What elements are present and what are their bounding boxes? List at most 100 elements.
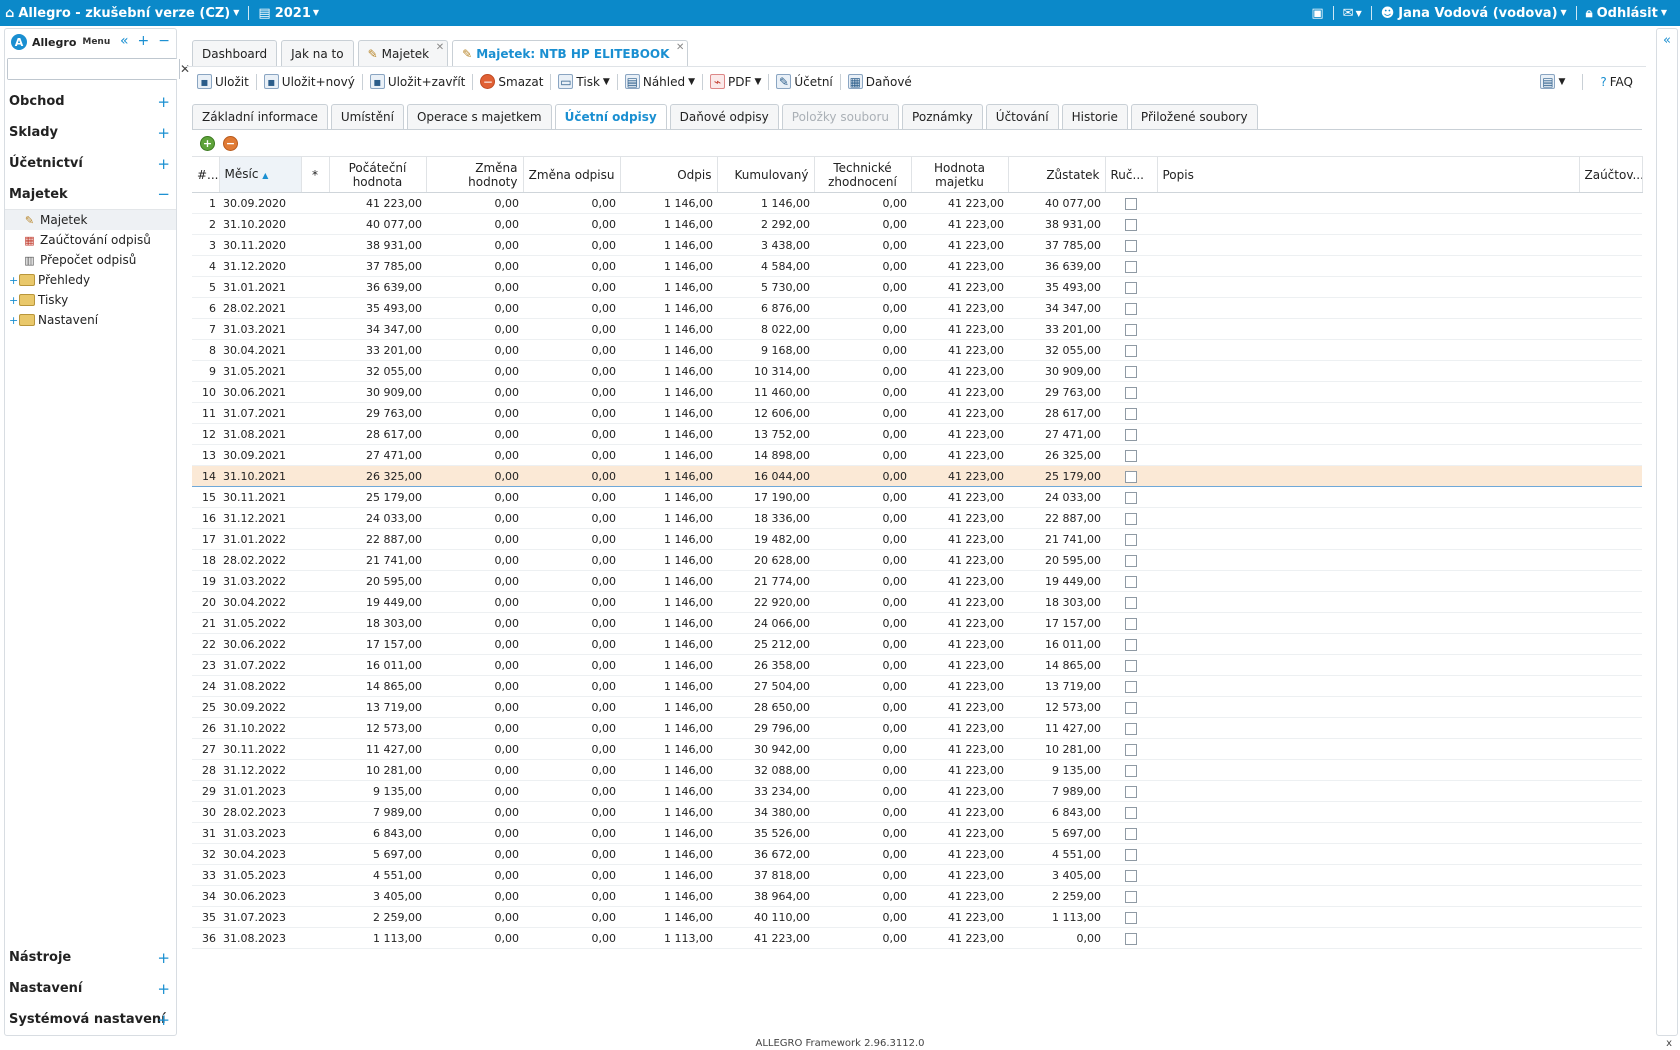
col-header-description[interactable]: Popis (1157, 156, 1580, 193)
expand-all-icon[interactable]: + (138, 33, 150, 49)
manual-checkbox[interactable] (1125, 701, 1137, 714)
table-row[interactable]: 33 31.05.2023 4 551,00 0,00 0,00 1 146,00 37 8… (192, 864, 1642, 886)
table-row[interactable]: 26 31.10.2022 12 573,00 0,00 0,00 1 146,00 29 … (192, 717, 1642, 739)
manual-checkbox[interactable] (1125, 890, 1137, 903)
col-header-depreciation-change[interactable]: Změna odpisu (523, 156, 621, 193)
collapse-all-icon[interactable]: − (158, 33, 170, 49)
table-row[interactable]: 5 31.01.2021 36 639,00 0,00 0,00 1 146,00 5 73… (192, 276, 1642, 298)
tab-uctovani[interactable]: Účtování (985, 104, 1059, 129)
table-row[interactable]: 2 31.10.2020 40 077,00 0,00 0,00 1 146,00 2 29… (192, 213, 1642, 235)
tab-danove-odpisy[interactable]: Daňové odpisy (669, 104, 779, 129)
table-row[interactable]: 14 31.10.2021 26 325,00 0,00 0,00 1 146,00 16 … (192, 465, 1642, 487)
remove-row-icon[interactable]: − (223, 135, 238, 151)
collapse-sidebar-icon[interactable]: « (120, 33, 129, 49)
table-row[interactable]: 11 31.07.2021 29 763,00 0,00 0,00 1 146,00 12 … (192, 402, 1642, 424)
close-tab-icon[interactable]: ✕ (676, 42, 684, 53)
table-row[interactable]: 6 28.02.2021 35 493,00 0,00 0,00 1 146,00 6 87… (192, 297, 1642, 319)
col-header-depreciation[interactable]: Odpis (620, 156, 718, 193)
section-majetek[interactable]: Majetek − (5, 179, 176, 210)
tree-item-prepocet-odpisu[interactable]: ▥ Přepočet odpisů (5, 250, 176, 270)
table-row[interactable]: 9 31.05.2021 32 055,00 0,00 0,00 1 146,00 10 3… (192, 360, 1642, 382)
table-row[interactable]: 10 30.06.2021 30 909,00 0,00 0,00 1 146,00 11 … (192, 381, 1642, 403)
table-row[interactable]: 36 31.08.2023 1 113,00 0,00 0,00 1 113,00 41 2… (192, 927, 1642, 949)
table-row[interactable]: 7 31.03.2021 34 347,00 0,00 0,00 1 146,00 8 02… (192, 318, 1642, 340)
tab-majetek[interactable]: ✎ Majetek ✕ (357, 40, 449, 66)
col-header-residual[interactable]: Zůstatek (1008, 156, 1106, 193)
close-tab-icon[interactable]: ✕ (436, 42, 444, 53)
tree-item-majetek[interactable]: ✎ Majetek (5, 210, 176, 230)
add-row-icon[interactable]: + (200, 135, 215, 151)
table-row[interactable]: 23 31.07.2022 16 011,00 0,00 0,00 1 146,00 26 … (192, 654, 1642, 676)
manual-checkbox[interactable] (1125, 449, 1137, 462)
tab-jak-na-to[interactable]: Jak na to (281, 40, 354, 66)
save-button[interactable]: ▪ Uložit (192, 74, 254, 89)
tab-majetek-detail[interactable]: ✎ Majetek: NTB HP ELITEBOOK ✕ (452, 40, 689, 66)
layout-menu-button[interactable]: ▤ ▼ (1535, 74, 1570, 89)
expand-right-panel-icon[interactable]: « (1657, 33, 1677, 48)
section-obchod[interactable]: Obchod + (5, 86, 176, 117)
tree-folder-prehledy[interactable]: + Přehledy (5, 270, 176, 290)
section-nastaveni[interactable]: Nastavení + (5, 973, 176, 1004)
tab-historie[interactable]: Historie (1061, 104, 1128, 129)
section-sklady[interactable]: Sklady + (5, 117, 176, 148)
table-row[interactable]: 22 30.06.2022 17 157,00 0,00 0,00 1 146,00 25 … (192, 633, 1642, 655)
manual-checkbox[interactable] (1125, 638, 1137, 651)
section-nastroje[interactable]: Nástroje + (5, 942, 176, 973)
manual-checkbox[interactable] (1125, 764, 1137, 777)
user-menu[interactable]: ☻ Jana Vodová (vodova) ▼ (1376, 6, 1572, 21)
col-header-cumulative[interactable]: Kumulovaný (717, 156, 815, 193)
table-row[interactable]: 13 30.09.2021 27 471,00 0,00 0,00 1 146,00 14 … (192, 444, 1642, 466)
manual-checkbox[interactable] (1125, 596, 1137, 609)
tab-dashboard[interactable]: Dashboard (192, 40, 278, 66)
table-row[interactable]: 25 30.09.2022 13 719,00 0,00 0,00 1 146,00 28 … (192, 696, 1642, 718)
table-row[interactable]: 31 31.03.2023 6 843,00 0,00 0,00 1 146,00 35 5… (192, 822, 1642, 844)
manual-checkbox[interactable] (1125, 785, 1137, 798)
table-row[interactable]: 17 31.01.2022 22 887,00 0,00 0,00 1 146,00 19 … (192, 528, 1642, 550)
delete-button[interactable]: − Smazat (475, 74, 548, 89)
mail-icon[interactable]: ✉ ▼ (1338, 6, 1367, 21)
manual-checkbox[interactable] (1125, 680, 1137, 693)
manual-checkbox[interactable] (1125, 197, 1137, 210)
table-row[interactable]: 3 30.11.2020 38 931,00 0,00 0,00 1 146,00 3 43… (192, 234, 1642, 256)
manual-checkbox[interactable] (1125, 365, 1137, 378)
manual-checkbox[interactable] (1125, 470, 1137, 483)
faq-button[interactable]: ? FAQ (1595, 75, 1638, 89)
close-footer-icon[interactable]: x (1666, 1038, 1672, 1049)
tab-umisteni[interactable]: Umístění (330, 104, 404, 129)
manual-checkbox[interactable] (1125, 722, 1137, 735)
app-title-menu[interactable]: ⌂ Allegro - zkušební verze (CZ) ▼ (0, 6, 244, 21)
manual-checkbox[interactable] (1125, 218, 1137, 231)
tab-zakladni-informace[interactable]: Základní informace (192, 104, 328, 129)
table-row[interactable]: 12 31.08.2021 28 617,00 0,00 0,00 1 146,00 13 … (192, 423, 1642, 445)
tab-ucetni-odpisy[interactable]: Účetní odpisy (554, 104, 667, 129)
manual-checkbox[interactable] (1125, 386, 1137, 399)
manual-checkbox[interactable] (1125, 911, 1137, 924)
table-row[interactable]: 27 30.11.2022 11 427,00 0,00 0,00 1 146,00 30 … (192, 738, 1642, 760)
manual-checkbox[interactable] (1125, 302, 1137, 315)
table-row[interactable]: 16 31.12.2021 24 033,00 0,00 0,00 1 146,00 18 … (192, 507, 1642, 529)
manual-checkbox[interactable] (1125, 659, 1137, 672)
table-row[interactable]: 4 31.12.2020 37 785,00 0,00 0,00 1 146,00 4 58… (192, 255, 1642, 277)
table-row[interactable]: 15 30.11.2021 25 179,00 0,00 0,00 1 146,00 17 … (192, 486, 1642, 508)
tree-folder-nastaveni[interactable]: + Nastavení (5, 310, 176, 330)
manual-checkbox[interactable] (1125, 491, 1137, 504)
accounting-button[interactable]: ✎ Účetní (771, 74, 837, 89)
save-new-button[interactable]: ▪ Uložit+nový (259, 74, 360, 89)
tab-operace-s-majetkem[interactable]: Operace s majetkem (406, 104, 552, 129)
col-header-manual[interactable]: Ruč... (1105, 156, 1158, 193)
section-ucetnictvi[interactable]: Účetnictví + (5, 148, 176, 179)
manual-checkbox[interactable] (1125, 260, 1137, 273)
table-row[interactable]: 32 30.04.2023 5 697,00 0,00 0,00 1 146,00 36 6… (192, 843, 1642, 865)
logout-button[interactable]: 🔒︎ Odhlásit ▼ (1581, 6, 1672, 21)
manual-checkbox[interactable] (1125, 407, 1137, 420)
preview-button[interactable]: ▤ Náhled ▼ (620, 74, 700, 89)
tab-poznamky[interactable]: Poznámky (902, 104, 983, 129)
table-row[interactable]: 8 30.04.2021 33 201,00 0,00 0,00 1 146,00 9 16… (192, 339, 1642, 361)
manual-checkbox[interactable] (1125, 869, 1137, 882)
manual-checkbox[interactable] (1125, 617, 1137, 630)
table-row[interactable]: 29 31.01.2023 9 135,00 0,00 0,00 1 146,00 33 2… (192, 780, 1642, 802)
table-row[interactable]: 30 28.02.2023 7 989,00 0,00 0,00 1 146,00 34 3… (192, 801, 1642, 823)
table-row[interactable]: 24 31.08.2022 14 865,00 0,00 0,00 1 146,00 27 … (192, 675, 1642, 697)
year-selector[interactable]: ▤ 2021 ▼ (253, 6, 324, 21)
manual-checkbox[interactable] (1125, 743, 1137, 756)
